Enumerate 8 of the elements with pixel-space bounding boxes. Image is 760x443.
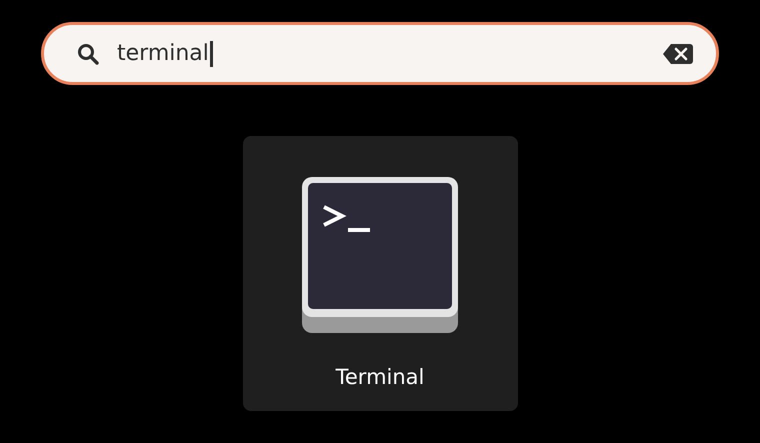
search-icon <box>77 42 99 64</box>
clear-icon[interactable] <box>662 42 694 64</box>
app-tile[interactable]: Terminal <box>242 136 518 411</box>
app-label: Terminal <box>336 365 424 389</box>
terminal-icon <box>302 177 458 333</box>
search-text: terminal <box>117 41 209 66</box>
search-field[interactable]: terminal <box>41 22 719 85</box>
text-cursor <box>210 40 213 66</box>
